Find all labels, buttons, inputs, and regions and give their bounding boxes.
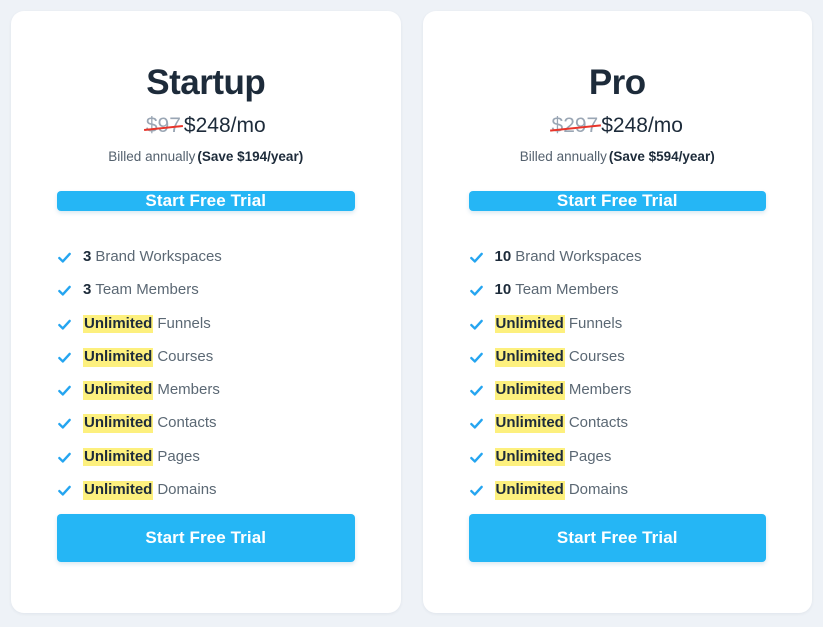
current-price: $248/mo bbox=[601, 114, 683, 138]
billing-period: Billed annually bbox=[108, 148, 196, 164]
feature-item: 3 Brand Workspaces bbox=[57, 248, 355, 267]
check-icon bbox=[469, 250, 484, 265]
feature-item: Unlimited Pages bbox=[57, 447, 355, 467]
feature-quantity: Unlimited bbox=[83, 447, 154, 467]
plan-price: $97 $248/mo bbox=[57, 113, 355, 139]
feature-label: Contacts bbox=[568, 414, 629, 432]
feature-label: Members bbox=[568, 381, 632, 399]
original-price: $97 bbox=[146, 113, 181, 139]
start-free-trial-button-top[interactable]: Start Free Trial bbox=[468, 191, 766, 212]
check-icon bbox=[57, 450, 72, 465]
check-icon bbox=[57, 317, 72, 332]
feature-item: Unlimited Pages bbox=[469, 447, 767, 467]
plan-price: $297 $248/mo bbox=[469, 113, 767, 139]
check-icon bbox=[57, 483, 72, 498]
feature-quantity: Unlimited bbox=[494, 480, 565, 500]
bottom-cta-container: Start Free Trial bbox=[468, 514, 766, 613]
check-icon bbox=[469, 283, 484, 298]
check-icon bbox=[57, 416, 72, 431]
feature-item: Unlimited Funnels bbox=[57, 314, 355, 334]
check-icon bbox=[57, 383, 72, 398]
feature-item: Unlimited Funnels bbox=[469, 314, 767, 334]
feature-label: Pages bbox=[568, 447, 612, 465]
feature-quantity: Unlimited bbox=[494, 347, 565, 367]
feature-label: Funnels bbox=[568, 314, 623, 332]
feature-label: Contacts bbox=[157, 414, 217, 432]
feature-label: Courses bbox=[568, 347, 625, 365]
feature-list: 10 Brand Workspaces 10 Team Members Unli… bbox=[469, 248, 767, 514]
plan-card-startup: Startup $97 $248/mo Billed annually (Save … bbox=[11, 11, 401, 613]
feature-item: Unlimited Contacts bbox=[469, 414, 767, 434]
check-icon bbox=[469, 450, 484, 465]
feature-label: Pages bbox=[157, 447, 200, 465]
feature-item: 10 Brand Workspaces bbox=[469, 248, 767, 267]
billing-period: Billed annually bbox=[519, 148, 607, 164]
start-free-trial-button-top[interactable]: Start Free Trial bbox=[57, 191, 355, 212]
feature-item: Unlimited Domains bbox=[57, 480, 355, 500]
plan-card-pro: Pro $297 $248/mo Billed annually (Save $59… bbox=[422, 11, 812, 613]
pricing-plans-grid: Startup $97 $248/mo Billed annually (Save … bbox=[0, 0, 823, 627]
feature-label: Domains bbox=[157, 480, 217, 498]
feature-item: Unlimited Courses bbox=[469, 347, 767, 367]
feature-label: Brand Workspaces bbox=[95, 248, 222, 266]
feature-quantity: Unlimited bbox=[494, 381, 565, 400]
feature-quantity: Unlimited bbox=[83, 381, 154, 400]
feature-quantity: 3 bbox=[83, 248, 92, 266]
feature-quantity: Unlimited bbox=[83, 314, 154, 334]
check-icon bbox=[469, 483, 484, 498]
billing-note: Billed annually (Save $194/year) bbox=[57, 148, 355, 166]
feature-label: Funnels bbox=[157, 314, 211, 332]
start-free-trial-button-bottom[interactable]: Start Free Trial bbox=[57, 514, 355, 563]
feature-quantity: Unlimited bbox=[494, 414, 565, 434]
check-icon bbox=[469, 350, 484, 365]
plan-name: Startup bbox=[146, 63, 266, 102]
feature-item: Unlimited Domains bbox=[469, 480, 767, 500]
current-price: $248/mo bbox=[183, 114, 266, 138]
feature-label: Team Members bbox=[95, 281, 199, 299]
feature-quantity: Unlimited bbox=[494, 447, 565, 467]
feature-label: Brand Workspaces bbox=[515, 248, 642, 266]
savings-note: (Save $194/year) bbox=[197, 148, 304, 164]
feature-quantity: Unlimited bbox=[83, 414, 154, 434]
feature-quantity: 10 bbox=[494, 281, 512, 299]
feature-quantity: Unlimited bbox=[494, 314, 565, 334]
start-free-trial-button-bottom[interactable]: Start Free Trial bbox=[468, 514, 766, 563]
feature-item: Unlimited Members bbox=[469, 381, 767, 400]
savings-note: (Save $594/year) bbox=[608, 148, 715, 164]
check-icon bbox=[57, 350, 72, 365]
feature-item: Unlimited Contacts bbox=[57, 414, 355, 434]
feature-quantity: Unlimited bbox=[83, 347, 154, 367]
bottom-cta-container: Start Free Trial bbox=[57, 514, 355, 613]
feature-item: 10 Team Members bbox=[469, 281, 767, 300]
billing-note: Billed annually (Save $594/year) bbox=[469, 148, 767, 166]
check-icon bbox=[469, 317, 484, 332]
feature-label: Domains bbox=[568, 480, 629, 498]
check-icon bbox=[469, 416, 484, 431]
feature-list: 3 Brand Workspaces 3 Team Members Unlimi… bbox=[57, 248, 355, 514]
check-icon bbox=[57, 283, 72, 298]
original-price: $297 bbox=[552, 113, 599, 139]
feature-quantity: 3 bbox=[83, 281, 92, 299]
check-icon bbox=[57, 250, 72, 265]
feature-quantity: Unlimited bbox=[83, 480, 154, 500]
feature-label: Courses bbox=[157, 347, 214, 365]
feature-item: 3 Team Members bbox=[57, 281, 355, 300]
plan-name: Pro bbox=[588, 63, 646, 102]
feature-item: Unlimited Courses bbox=[57, 347, 355, 367]
check-icon bbox=[469, 383, 484, 398]
feature-quantity: 10 bbox=[494, 248, 512, 266]
feature-label: Team Members bbox=[515, 281, 619, 299]
feature-label: Members bbox=[157, 381, 220, 399]
feature-item: Unlimited Members bbox=[57, 381, 355, 400]
